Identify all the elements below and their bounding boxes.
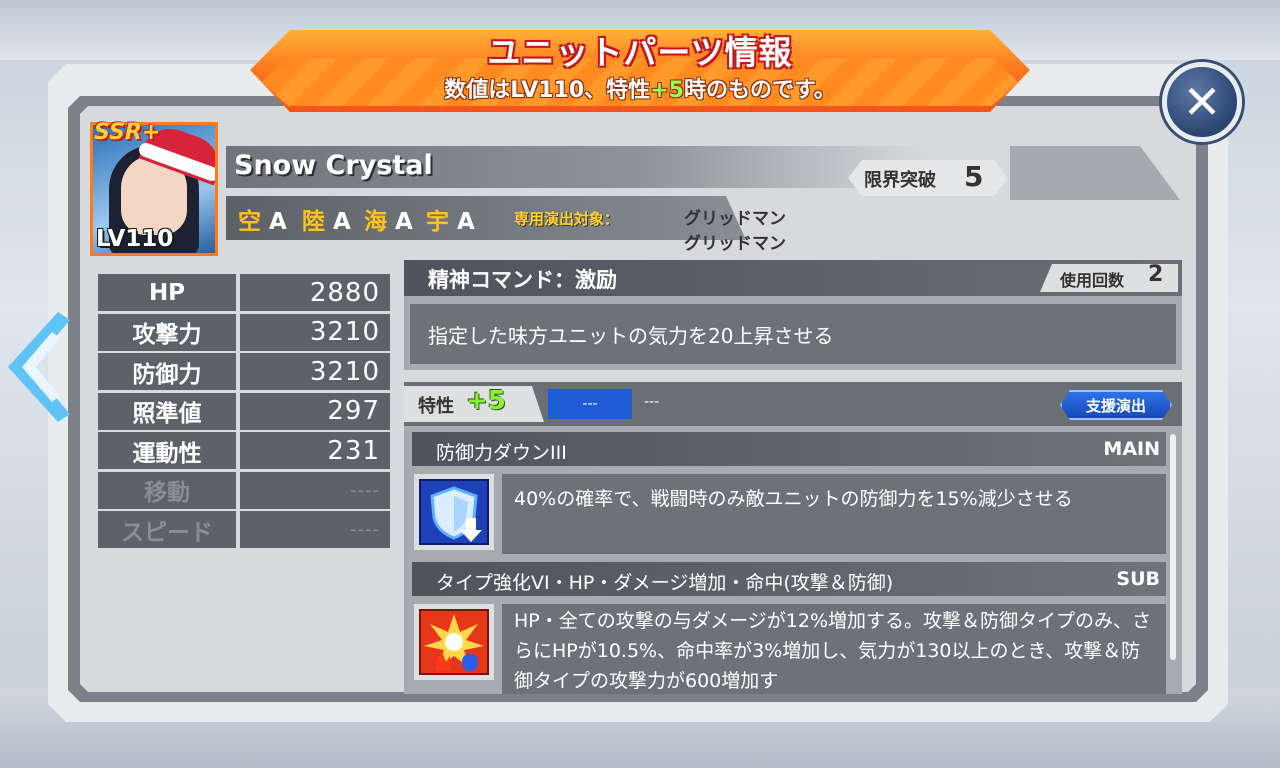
special-target-1: グリッドマン (684, 209, 786, 229)
support-effect-button[interactable]: 支援演出 (1060, 390, 1172, 420)
skill-sub-description: HP・全ての攻撃の与ダメージが12%増加する。攻撃＆防御タイプのみ、さらにHPが… (514, 610, 1152, 690)
skill-sub-icon-box (414, 604, 494, 680)
limit-break-value: 5 (964, 160, 984, 193)
skill-list-scrollbar[interactable] (1170, 434, 1176, 660)
stat-row-hp: HP 2880 (98, 274, 390, 311)
terrain-air: 空 A (238, 209, 287, 235)
skill-main-name: 防御力ダウンIII (436, 442, 567, 464)
trait-slot-text: --- (644, 394, 660, 410)
close-icon: ✕ (1182, 75, 1222, 129)
special-effect-label: 専用演出対象： (514, 210, 620, 228)
skill-main-icon-box (414, 474, 494, 550)
use-count-label: 使用回数 (1060, 271, 1125, 290)
level-badge: LV110 (96, 226, 174, 252)
limit-break-label: 限界突破 (864, 170, 936, 191)
unit-name: Snow Crystal (234, 150, 433, 181)
skill-sub-type: SUB (1116, 568, 1160, 590)
stat-row-attack: 攻撃力 3210 (98, 313, 390, 351)
rarity-badge: SSR+ (94, 120, 161, 145)
stat-row-move: 移動 ---- (98, 471, 390, 509)
spirit-command-description: 指定した味方ユニットの気力を20上昇させる (428, 324, 834, 348)
skill-sub-name: タイプ強化VI・HP・ダメージ増加・命中(攻撃＆防御) (436, 572, 894, 594)
terrain-sea: 海 A (364, 209, 413, 235)
terrain-space: 宇 A (426, 209, 475, 235)
spirit-command-title: 精神コマンド：激励 (428, 268, 617, 292)
trait-slot[interactable]: --- (548, 389, 632, 419)
stats-table: HP 2880 攻撃力 3210 防御力 3210 照準値 297 運動性 231 移動 -… (98, 274, 390, 551)
skill-main-description: 40%の確率で、戦闘時のみ敵ユニットの防御力を15%減少させる (514, 488, 1073, 510)
burst-icon (419, 609, 489, 675)
stat-row-mobility: 運動性 231 (98, 432, 390, 469)
shield-down-icon (419, 479, 489, 545)
stat-row-defense: 防御力 3210 (98, 353, 390, 390)
terrain-land: 陸 A (302, 209, 351, 235)
stat-row-accuracy: 照準値 297 (98, 392, 390, 430)
trait-label: 特性 (418, 396, 454, 417)
trait-level: +5 (466, 386, 506, 416)
special-target-2: グリッドマン (684, 234, 786, 254)
previous-arrow-icon[interactable] (8, 312, 70, 422)
close-button[interactable]: ✕ (1162, 62, 1242, 142)
skill-main-type: MAIN (1103, 438, 1160, 460)
stat-row-speed: スピード ---- (98, 511, 390, 548)
dialog-title: ユニットパーツ情報 (487, 33, 793, 72)
dialog-subtitle: 数値はLV110、特性+5時のものです。 (444, 78, 836, 103)
use-count-value: 2 (1148, 262, 1164, 287)
